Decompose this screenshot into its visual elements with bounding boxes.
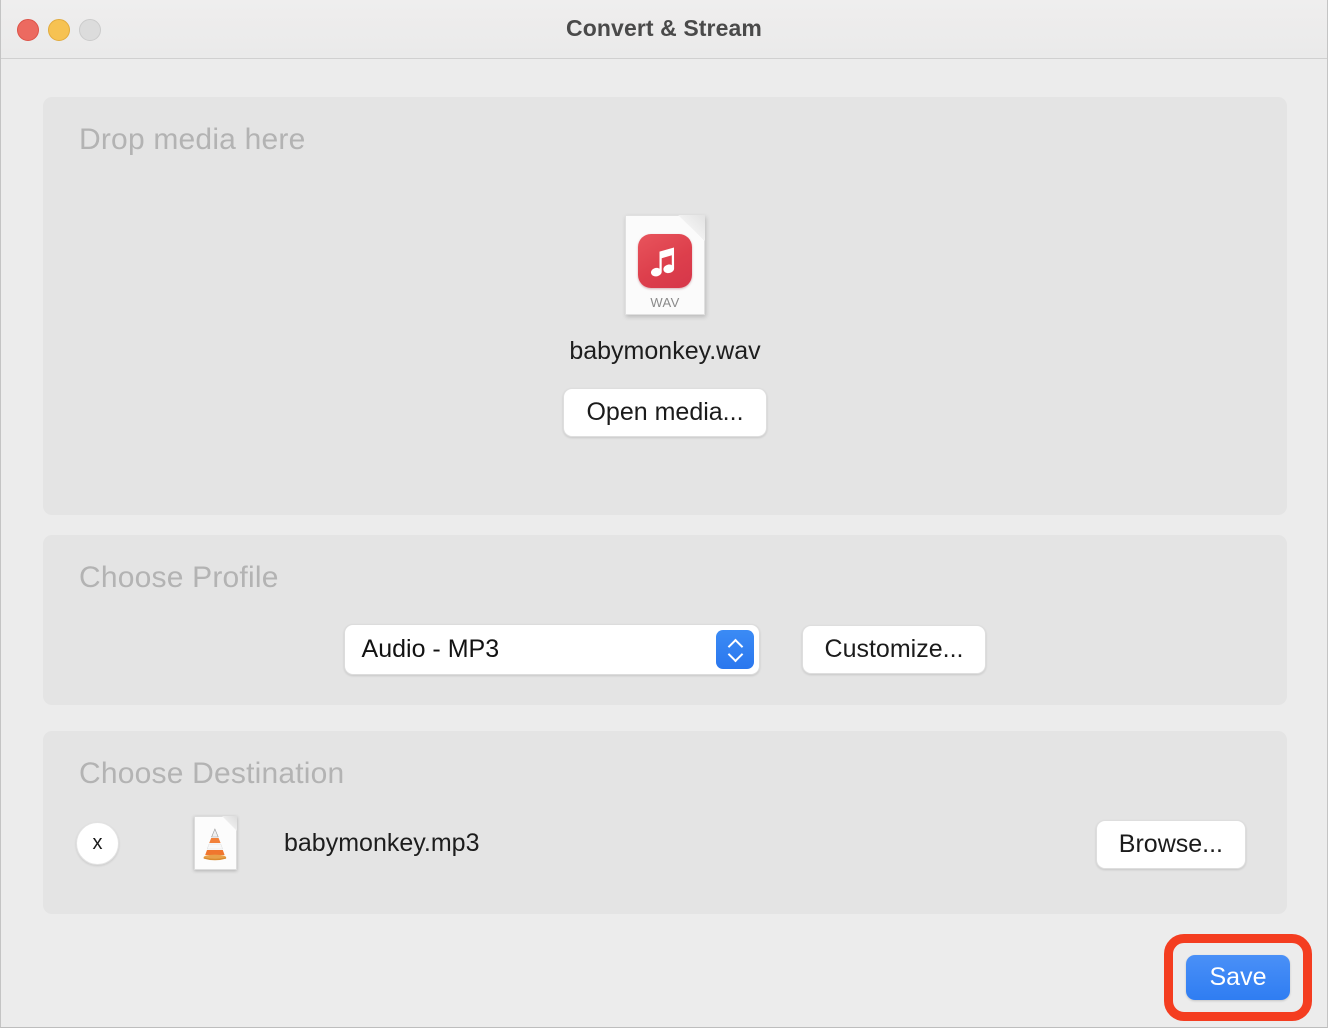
- loaded-media-filename: babymonkey.wav: [569, 337, 761, 365]
- customize-profile-button[interactable]: Customize...: [801, 625, 987, 674]
- profile-controls-row: Audio - MP3 Customize...: [43, 624, 1287, 675]
- open-media-button[interactable]: Open media...: [563, 388, 767, 437]
- choose-destination-panel: Choose Destination x babymonkey.mp3 Brow…: [43, 731, 1287, 914]
- choose-profile-panel: Choose Profile Audio - MP3 Customize...: [43, 535, 1287, 705]
- window-title-bar: Convert & Stream: [1, 0, 1327, 59]
- vlc-cone-file-icon: [194, 816, 237, 870]
- convert-and-stream-window: Convert & Stream Drop media here WAV bab…: [0, 0, 1328, 1028]
- profile-stepper-icon[interactable]: [715, 630, 754, 669]
- traffic-cone-icon: [203, 828, 227, 861]
- file-extension-label: WAV: [650, 295, 680, 310]
- remove-destination-button[interactable]: x: [76, 821, 119, 865]
- music-note-icon: [650, 247, 675, 277]
- destination-filename: babymonkey.mp3: [284, 828, 480, 857]
- loaded-media-stack: WAV babymonkey.wav Open media...: [43, 215, 1287, 437]
- wav-audio-file-icon: WAV: [625, 215, 705, 315]
- choose-destination-heading: Choose Destination: [79, 757, 345, 790]
- destination-row: x babymonkey.mp3 Browse...: [43, 812, 1287, 874]
- browse-destination-button[interactable]: Browse...: [1095, 820, 1246, 869]
- chevron-down-icon: [728, 651, 742, 659]
- choose-profile-heading: Choose Profile: [79, 561, 279, 594]
- window-title: Convert & Stream: [566, 15, 762, 41]
- profile-select[interactable]: Audio - MP3: [343, 624, 760, 675]
- profile-select-value: Audio - MP3: [361, 635, 500, 663]
- save-button[interactable]: Save: [1186, 955, 1290, 1000]
- drop-media-panel[interactable]: Drop media here WAV babymonkey.wav Open …: [43, 97, 1287, 515]
- drop-media-heading: Drop media here: [79, 123, 306, 156]
- music-note-badge: [638, 234, 692, 288]
